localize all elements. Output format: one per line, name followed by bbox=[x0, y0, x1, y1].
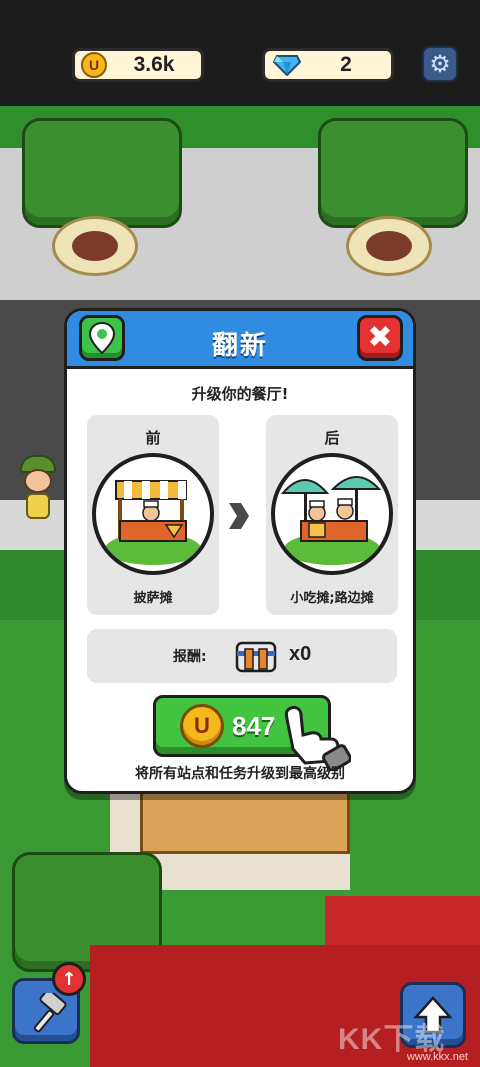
coin-icon: U bbox=[180, 704, 224, 748]
reward-row: 报酬: x0 bbox=[87, 629, 397, 683]
upgrade-available-badge: ↑ bbox=[52, 962, 86, 996]
customer-character bbox=[16, 455, 58, 529]
chevron-right-icon bbox=[229, 503, 249, 529]
tree-right bbox=[318, 118, 468, 228]
reward-label: 报酬: bbox=[173, 649, 207, 665]
settings-button[interactable]: ⚙ bbox=[422, 46, 458, 82]
close-icon: ✖ bbox=[367, 320, 393, 355]
after-label: 后 bbox=[324, 429, 340, 447]
gear-icon: ⚙ bbox=[429, 50, 451, 78]
before-stall-name: 披萨摊 bbox=[133, 591, 173, 606]
gem-amount: 2 bbox=[340, 53, 352, 76]
gem-counter: 2 bbox=[262, 48, 394, 82]
gem-icon bbox=[273, 55, 301, 76]
reward-count: x0 bbox=[289, 643, 312, 665]
shop-counter bbox=[140, 790, 350, 854]
renovate-dialog: 翻新 ✖ 升级你的餐厅! 前 披萨摊 后 小吃摊;路边摊 报酬: x0 U 84… bbox=[64, 308, 416, 794]
upgrade-cost: 847 bbox=[232, 711, 276, 741]
coin-counter: U 3.6k bbox=[72, 48, 204, 82]
watermark-url: www.kkx.net bbox=[406, 1051, 468, 1063]
tree-left bbox=[22, 118, 182, 228]
before-card: 前 披萨摊 bbox=[87, 415, 219, 615]
pizza-stand-image bbox=[92, 453, 214, 575]
chest-icon bbox=[235, 641, 277, 673]
dialog-footer-note: 将所有站点和任务升级到最高级别 bbox=[135, 766, 345, 782]
pointing-hand-icon bbox=[284, 705, 351, 771]
coin-icon: U bbox=[81, 52, 107, 78]
planter-left bbox=[52, 216, 138, 276]
coin-amount: 3.6k bbox=[133, 53, 175, 76]
after-card: 后 小吃摊;路边摊 bbox=[266, 415, 398, 615]
dialog-header: 翻新 ✖ bbox=[67, 311, 413, 369]
dialog-subtitle: 升级你的餐厅! bbox=[191, 385, 289, 403]
before-label: 前 bbox=[145, 429, 161, 447]
snack-stand-image bbox=[271, 453, 393, 575]
close-button[interactable]: ✖ bbox=[357, 315, 403, 361]
after-stall-name: 小吃摊;路边摊 bbox=[290, 591, 374, 606]
planter-right bbox=[346, 216, 432, 276]
hammer-icon bbox=[33, 993, 67, 1033]
